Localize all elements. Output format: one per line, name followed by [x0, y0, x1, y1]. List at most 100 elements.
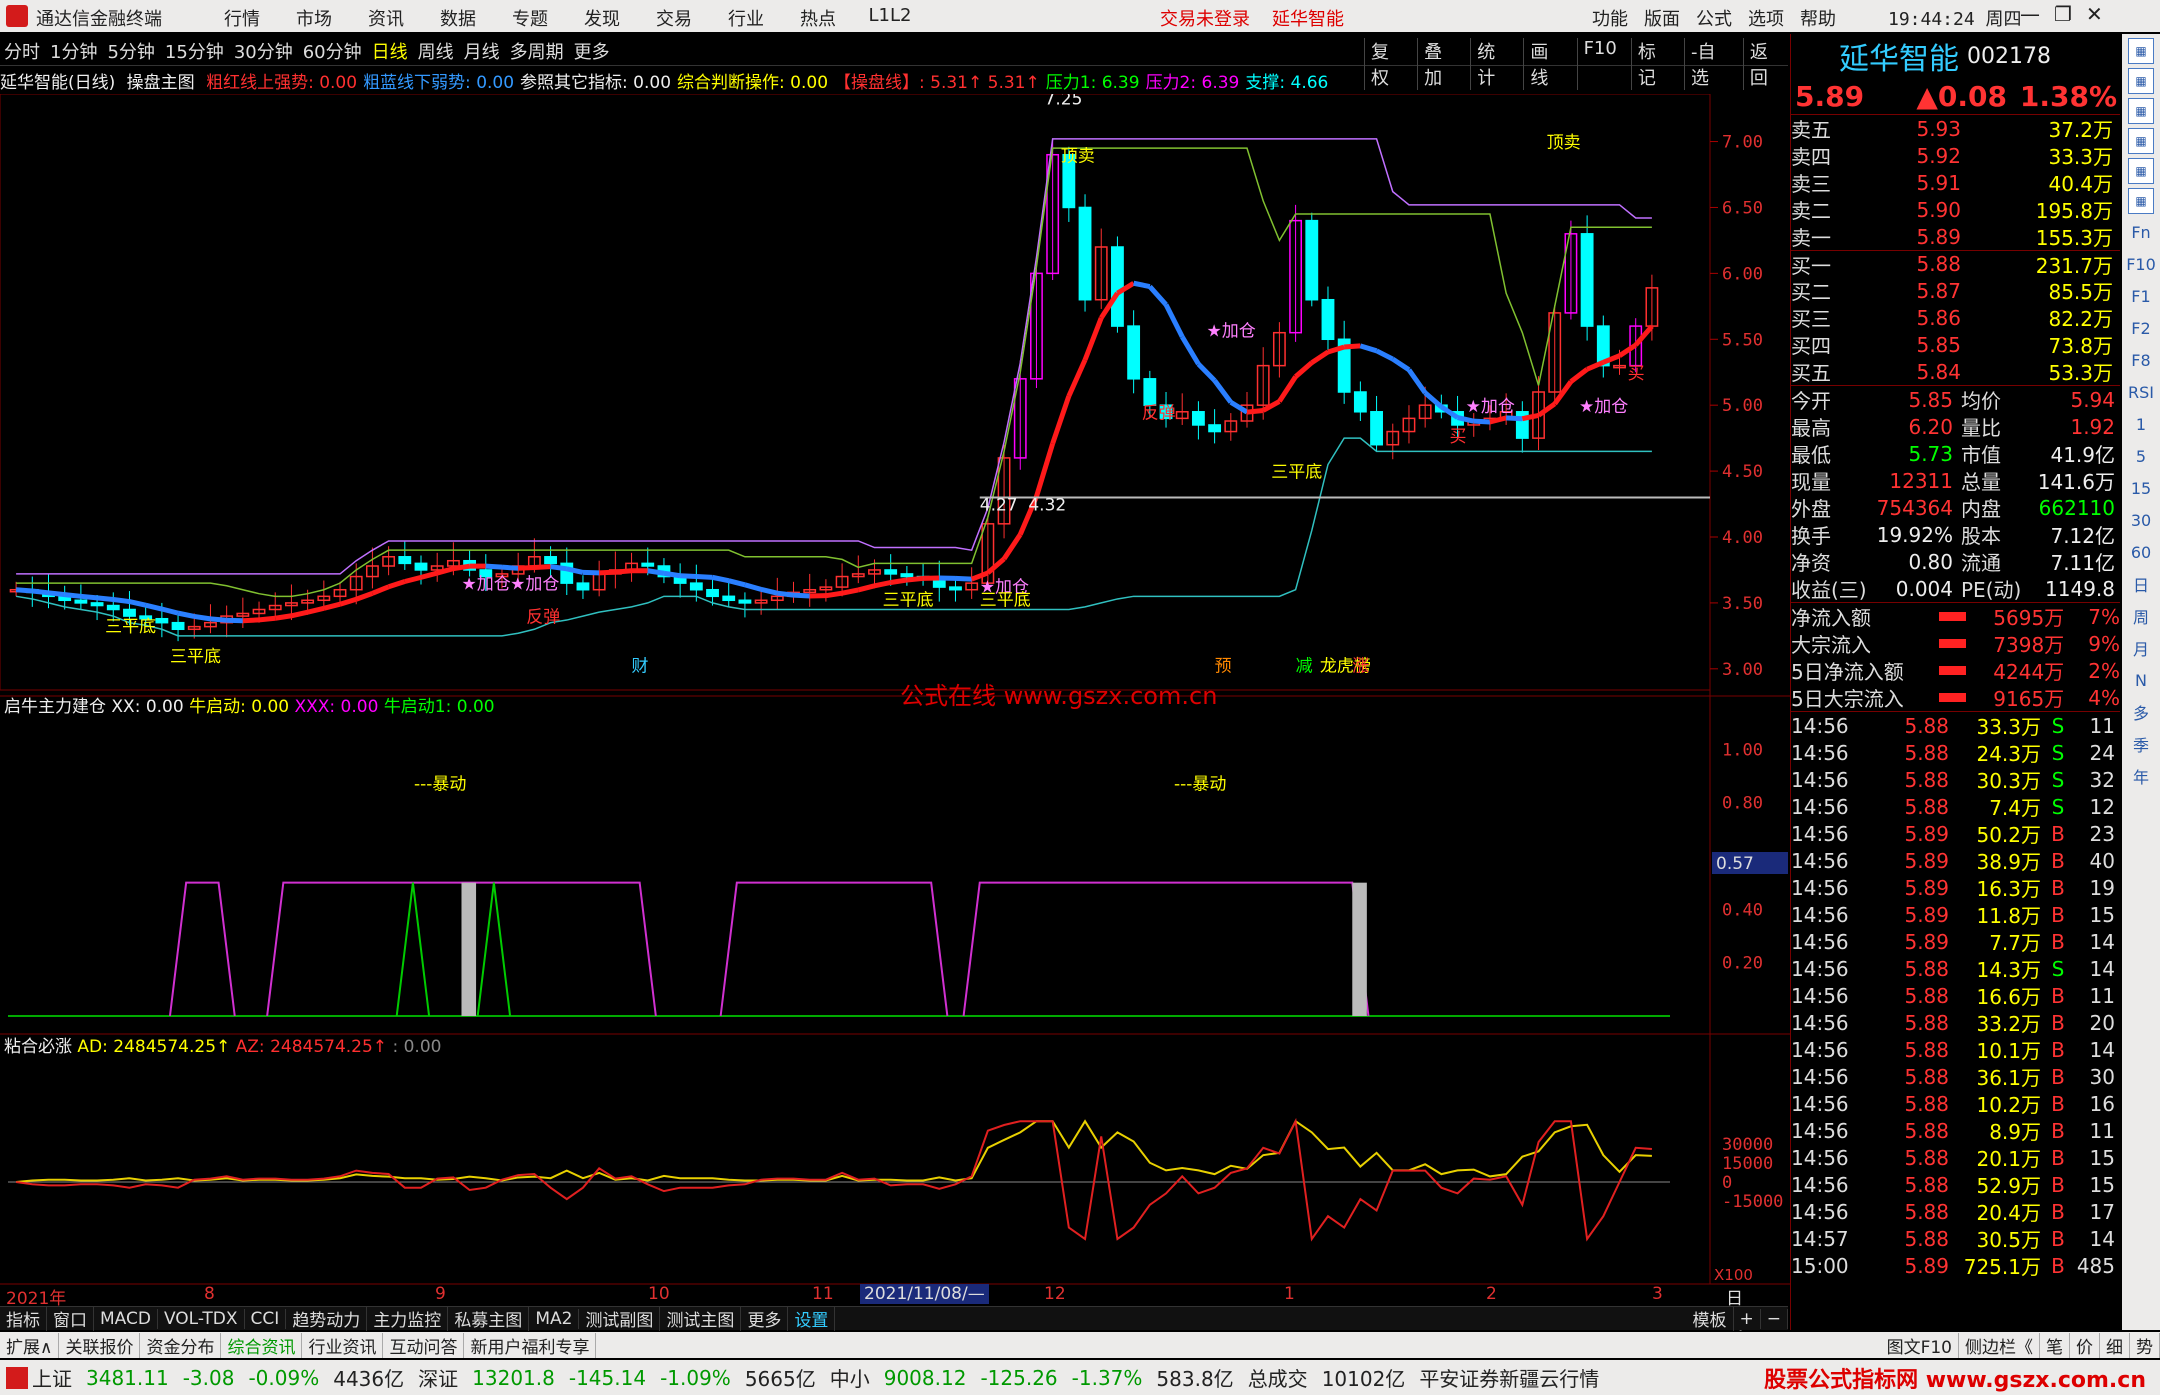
side-period-button[interactable]: 季	[2128, 730, 2154, 758]
period-tab[interactable]: 1分钟	[50, 38, 97, 64]
bid-row[interactable]: 买二 5.87 85.5万	[1791, 277, 2120, 305]
minimize-icon[interactable]: —	[2020, 2, 2040, 26]
tab-ma2[interactable]: MA2	[529, 1308, 580, 1329]
tool-button[interactable]: 返回	[1742, 38, 1788, 90]
tab-qa[interactable]: 互动问答	[383, 1332, 465, 1358]
stock-notice[interactable]: 延华智能	[1272, 5, 1344, 31]
menu-item[interactable]: 市场	[278, 5, 350, 31]
tab-newuser[interactable]: 新用户福利专享	[464, 1332, 597, 1358]
tab-bi[interactable]: 笔	[2040, 1332, 2070, 1358]
menu-options[interactable]: 选项	[1748, 5, 1784, 31]
side-period-button[interactable]: F10	[2126, 250, 2156, 278]
ask-row[interactable]: 卖二 5.90 195.8万	[1791, 196, 2120, 224]
indicator-name[interactable]: 操盘主图	[127, 73, 195, 93]
side-period-button[interactable]: N	[2128, 666, 2154, 694]
tab-shi[interactable]: 势	[2130, 1332, 2160, 1358]
tab-add[interactable]: +	[1734, 1308, 1761, 1329]
period-tab[interactable]: 5分钟	[107, 38, 154, 64]
side-period-button[interactable]: F1	[2128, 282, 2154, 310]
menu-layout[interactable]: 版面	[1644, 5, 1680, 31]
home-icon[interactable]: ▦	[2128, 38, 2154, 64]
side-period-button[interactable]: 年	[2128, 762, 2154, 790]
bid-row[interactable]: 买三 5.86 82.2万	[1791, 304, 2120, 332]
list2-icon[interactable]: ▦	[2128, 188, 2154, 214]
tab-remove[interactable]: −	[1761, 1308, 1788, 1329]
tab-indicator[interactable]: 指标	[0, 1306, 47, 1331]
tab-expand[interactable]: 扩展∧	[0, 1332, 60, 1358]
side-period-button[interactable]: 1	[2128, 410, 2154, 438]
sub2-name[interactable]: 粘合必涨	[4, 1037, 72, 1057]
side-period-button[interactable]: 30	[2128, 506, 2154, 534]
menu-item[interactable]: 数据	[422, 5, 494, 31]
tab-f10[interactable]: 图文F10	[1881, 1332, 1959, 1358]
tab-window[interactable]: 窗口	[47, 1306, 94, 1331]
side-period-button[interactable]: 5	[2128, 442, 2154, 470]
tab-vol[interactable]: VOL-TDX	[158, 1308, 245, 1329]
up-icon[interactable]: ▦	[2128, 68, 2154, 94]
side-period-button[interactable]: 日	[2128, 570, 2154, 598]
login-notice[interactable]: 交易未登录	[1160, 5, 1250, 31]
side-period-button[interactable]: F2	[2128, 314, 2154, 342]
tab-test-sub[interactable]: 测试副图	[579, 1306, 661, 1331]
chart-icon[interactable]: ▦	[2128, 158, 2154, 184]
tab-news[interactable]: 综合资讯	[221, 1332, 303, 1358]
bid-row[interactable]: 买一 5.88 231.7万	[1791, 250, 2120, 278]
tab-trend[interactable]: 趋势动力	[286, 1306, 368, 1331]
period-tab[interactable]: 分时	[4, 38, 40, 64]
menu-item[interactable]: 交易	[638, 5, 710, 31]
tab-test-main[interactable]: 测试主图	[660, 1306, 742, 1331]
tab-private[interactable]: 私募主图	[448, 1306, 530, 1331]
menu-item[interactable]: 资讯	[350, 5, 422, 31]
ask-row[interactable]: 卖一 5.89 155.3万	[1791, 223, 2120, 251]
side-period-button[interactable]: F8	[2128, 346, 2154, 374]
grid-icon[interactable]: ▦	[2128, 98, 2154, 124]
tab-macd[interactable]: MACD	[94, 1308, 158, 1329]
menu-item[interactable]: L1L2	[854, 5, 926, 31]
tab-xi[interactable]: 细	[2100, 1332, 2130, 1358]
period-tab[interactable]: 60分钟	[303, 38, 362, 64]
menu-item[interactable]: 专题	[494, 5, 566, 31]
period-tab-active[interactable]: 日线	[372, 38, 408, 64]
index-name[interactable]: 深证	[418, 1363, 458, 1392]
menu-help[interactable]: 帮助	[1800, 5, 1836, 31]
menu-item[interactable]: 行业	[710, 5, 782, 31]
period-tab-more[interactable]: 更多	[574, 38, 610, 64]
period-tab[interactable]: 月线	[464, 38, 500, 64]
side-period-button[interactable]: RSI	[2128, 378, 2154, 406]
menu-item[interactable]: 发现	[566, 5, 638, 31]
restore-icon[interactable]: ❐	[2054, 2, 2072, 26]
tab-cci[interactable]: CCI	[245, 1308, 287, 1329]
period-tab[interactable]: 周线	[418, 38, 454, 64]
bid-row[interactable]: 买五 5.84 53.3万	[1791, 358, 2120, 386]
index-name[interactable]: 上证	[32, 1363, 72, 1392]
ask-row[interactable]: 卖四 5.92 33.3万	[1791, 142, 2120, 170]
index-name[interactable]: 中小	[830, 1363, 870, 1392]
tab-jia[interactable]: 价	[2070, 1332, 2100, 1358]
menu-formula[interactable]: 公式	[1696, 5, 1732, 31]
side-period-button[interactable]: 60	[2128, 538, 2154, 566]
tab-more[interactable]: 更多	[741, 1306, 789, 1331]
menu-item[interactable]: 热点	[782, 5, 854, 31]
tab-template[interactable]: 模板	[1687, 1306, 1734, 1331]
side-period-button[interactable]: 月	[2128, 634, 2154, 662]
period-tab[interactable]: 30分钟	[234, 38, 293, 64]
sub1-name[interactable]: 启牛主力建仓	[4, 697, 106, 717]
side-period-button[interactable]: Fn	[2128, 218, 2154, 246]
tab-funds[interactable]: 资金分布	[140, 1332, 222, 1358]
tab-settings[interactable]: 设置	[788, 1306, 836, 1331]
tab-related[interactable]: 关联报价	[59, 1332, 141, 1358]
ask-row[interactable]: 卖五 5.93 37.2万	[1791, 115, 2120, 143]
close-icon[interactable]: ✕	[2086, 2, 2103, 26]
side-period-button[interactable]: 多	[2128, 698, 2154, 726]
period-tab[interactable]: 多周期	[510, 38, 564, 64]
menu-function[interactable]: 功能	[1592, 5, 1628, 31]
tab-sidebar[interactable]: 侧边栏《	[1959, 1332, 2040, 1358]
tab-industry-news[interactable]: 行业资讯	[302, 1332, 384, 1358]
list-icon[interactable]: ▦	[2128, 128, 2154, 154]
bid-row[interactable]: 买四 5.85 73.8万	[1791, 331, 2120, 359]
tab-monitor[interactable]: 主力监控	[367, 1306, 449, 1331]
side-period-button[interactable]: 15	[2128, 474, 2154, 502]
menu-item[interactable]: 行情	[206, 5, 278, 31]
ask-row[interactable]: 卖三 5.91 40.4万	[1791, 169, 2120, 197]
period-tab[interactable]: 15分钟	[165, 38, 224, 64]
